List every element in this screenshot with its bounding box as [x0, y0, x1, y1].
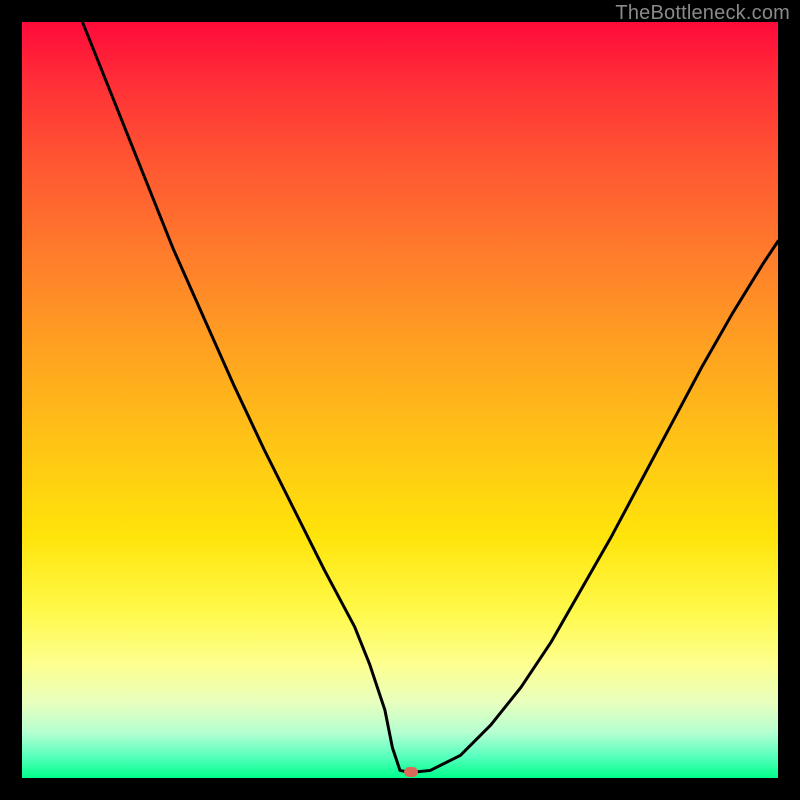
- bottleneck-curve: [22, 22, 778, 778]
- watermark-text: TheBottleneck.com: [615, 2, 790, 25]
- optimum-marker: [404, 767, 418, 777]
- chart-container: TheBottleneck.com: [0, 0, 800, 800]
- curve-path: [82, 22, 778, 772]
- plot-area: [22, 22, 778, 778]
